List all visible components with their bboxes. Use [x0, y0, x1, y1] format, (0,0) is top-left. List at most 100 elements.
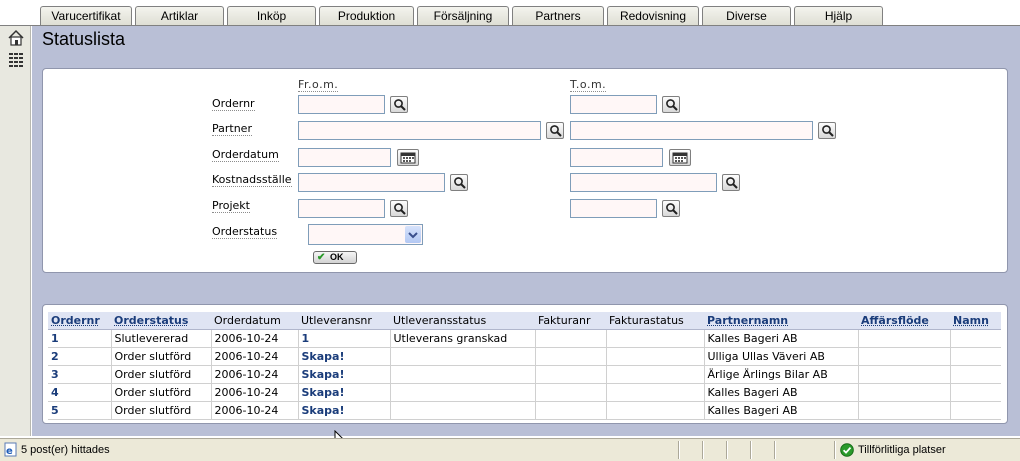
orderstatus-select[interactable] [308, 224, 423, 245]
partnernamn-cell: Ulliga Ullas Väveri AB [704, 347, 859, 366]
fakturanr-cell [535, 347, 607, 366]
utleveransnr-link[interactable]: 1 [298, 329, 391, 348]
partnernamn-cell: Kalles Bageri AB [704, 401, 859, 420]
tab-diverse[interactable]: Diverse [702, 6, 791, 25]
orderdatum-from-input[interactable] [298, 148, 391, 167]
orderstatus-cell: Order slutförd [111, 401, 212, 420]
search-icon[interactable] [662, 200, 680, 217]
results-table: Ordernr Orderstatus Orderdatum Utleveran… [48, 312, 1001, 420]
kostnadsstalle-from-input[interactable] [298, 173, 445, 192]
table-row: 5 Order slutförd 2006-10-24 Skapa! Kalle… [48, 401, 1001, 420]
skapa-utleverans-link[interactable]: Skapa! [298, 365, 391, 384]
status-divider [726, 441, 728, 459]
orderstatus-cell: Order slutförd [111, 383, 212, 402]
partner-to-input[interactable] [570, 121, 813, 140]
checkmark-icon: ✔ [317, 252, 326, 263]
search-icon[interactable] [662, 96, 680, 113]
calendar-icon[interactable] [669, 149, 691, 166]
tab-hjalp[interactable]: Hjälp [794, 6, 883, 25]
ordernr-link[interactable]: 3 [48, 365, 112, 384]
namn-cell [950, 401, 1001, 420]
table-header-row: Ordernr Orderstatus Orderdatum Utleveran… [48, 312, 1001, 330]
column-header-namn[interactable]: Namn [950, 312, 1001, 330]
list-icon[interactable] [7, 50, 25, 68]
affarsflode-cell [858, 347, 951, 366]
ordernr-link[interactable]: 4 [48, 383, 112, 402]
column-header-orderstatus[interactable]: Orderstatus [111, 312, 211, 330]
main-content: Statuslista Fr.o.m. T.o.m. Ordernr Partn… [32, 26, 1020, 436]
chevron-down-icon[interactable] [405, 226, 421, 243]
orderdatum-cell: 2006-10-24 [211, 401, 299, 420]
column-header-ordernr[interactable]: Ordernr [48, 312, 111, 330]
orderstatus-cell: Order slutförd [111, 347, 212, 366]
namn-cell [950, 347, 1001, 366]
kostnadsstalle-to-input[interactable] [570, 173, 717, 192]
status-divider [774, 441, 776, 459]
ordernr-link[interactable]: 5 [48, 401, 112, 420]
tab-redovisning[interactable]: Redovisning [607, 6, 699, 25]
column-header-orderdatum: Orderdatum [211, 312, 298, 330]
skapa-utleverans-link[interactable]: Skapa! [298, 401, 391, 420]
table-row: 2 Order slutförd 2006-10-24 Skapa! Ullig… [48, 347, 1001, 366]
tab-produktion[interactable]: Produktion [319, 6, 414, 25]
orderdatum-cell: 2006-10-24 [211, 329, 299, 348]
orderdatum-cell: 2006-10-24 [211, 347, 299, 366]
status-divider [834, 441, 836, 459]
ok-button[interactable]: ✔ OK [313, 251, 357, 264]
utleveransstatus-cell [390, 401, 536, 420]
orderdatum-label: Orderdatum [212, 148, 279, 162]
ordernr-link[interactable]: 2 [48, 347, 112, 366]
orderdatum-cell: 2006-10-24 [211, 365, 299, 384]
fakturastatus-cell [606, 401, 705, 420]
search-icon[interactable] [546, 122, 564, 139]
fakturanr-cell [535, 383, 607, 402]
tab-artiklar[interactable]: Artiklar [135, 6, 224, 25]
affarsflode-cell [858, 329, 951, 348]
from-column-label: Fr.o.m. [298, 78, 339, 92]
orderstatus-label: Orderstatus [212, 225, 278, 239]
namn-cell [950, 365, 1001, 384]
tab-varucertifikat[interactable]: Varucertifikat [40, 6, 132, 25]
affarsflode-cell [858, 383, 951, 402]
tab-forsaljning[interactable]: Försäljning [417, 6, 509, 25]
partnernamn-cell: Kalles Bageri AB [704, 329, 859, 348]
projekt-to-input[interactable] [570, 199, 657, 218]
utleveransstatus-cell: Utleverans granskad [390, 329, 536, 348]
results-panel: Ordernr Orderstatus Orderdatum Utleveran… [42, 304, 1008, 424]
affarsflode-cell [858, 401, 951, 420]
tab-inkop[interactable]: Inköp [227, 6, 316, 25]
skapa-utleverans-link[interactable]: Skapa! [298, 383, 391, 402]
search-icon[interactable] [390, 96, 408, 113]
skapa-utleverans-link[interactable]: Skapa! [298, 347, 391, 366]
affarsflode-cell [858, 365, 951, 384]
utleveransstatus-cell [390, 383, 536, 402]
to-column-label: T.o.m. [570, 78, 607, 92]
projekt-label: Projekt [212, 199, 250, 213]
ordernr-from-input[interactable] [298, 95, 385, 114]
fakturanr-cell [535, 365, 607, 384]
utleveransstatus-cell [390, 365, 536, 384]
search-icon[interactable] [390, 200, 408, 217]
search-icon[interactable] [818, 122, 836, 139]
search-icon[interactable] [722, 174, 740, 191]
tab-partners[interactable]: Partners [512, 6, 604, 25]
projekt-from-input[interactable] [298, 199, 385, 218]
column-header-utleveransnr: Utleveransnr [298, 312, 390, 330]
partner-from-input[interactable] [298, 121, 541, 140]
search-icon[interactable] [450, 174, 468, 191]
column-header-partnernamn[interactable]: Partnernamn [704, 312, 858, 330]
orderdatum-to-input[interactable] [570, 148, 663, 167]
orderstatus-cell: Order slutförd [111, 365, 212, 384]
table-row: 4 Order slutförd 2006-10-24 Skapa! Kalle… [48, 383, 1001, 402]
kostnadsstalle-label: Kostnadsställe [212, 173, 292, 187]
partnernamn-cell: Ärlige Ärlings Bilar AB [704, 365, 859, 384]
column-header-fakturanr: Fakturanr [535, 312, 606, 330]
status-divider [678, 441, 680, 459]
status-divider [702, 441, 704, 459]
ordernr-to-input[interactable] [570, 95, 657, 114]
calendar-icon[interactable] [397, 149, 419, 166]
ordernr-link[interactable]: 1 [48, 329, 112, 348]
home-icon[interactable] [7, 29, 25, 47]
column-header-affarsflode[interactable]: Affärsflöde [858, 312, 950, 330]
namn-cell [950, 329, 1001, 348]
